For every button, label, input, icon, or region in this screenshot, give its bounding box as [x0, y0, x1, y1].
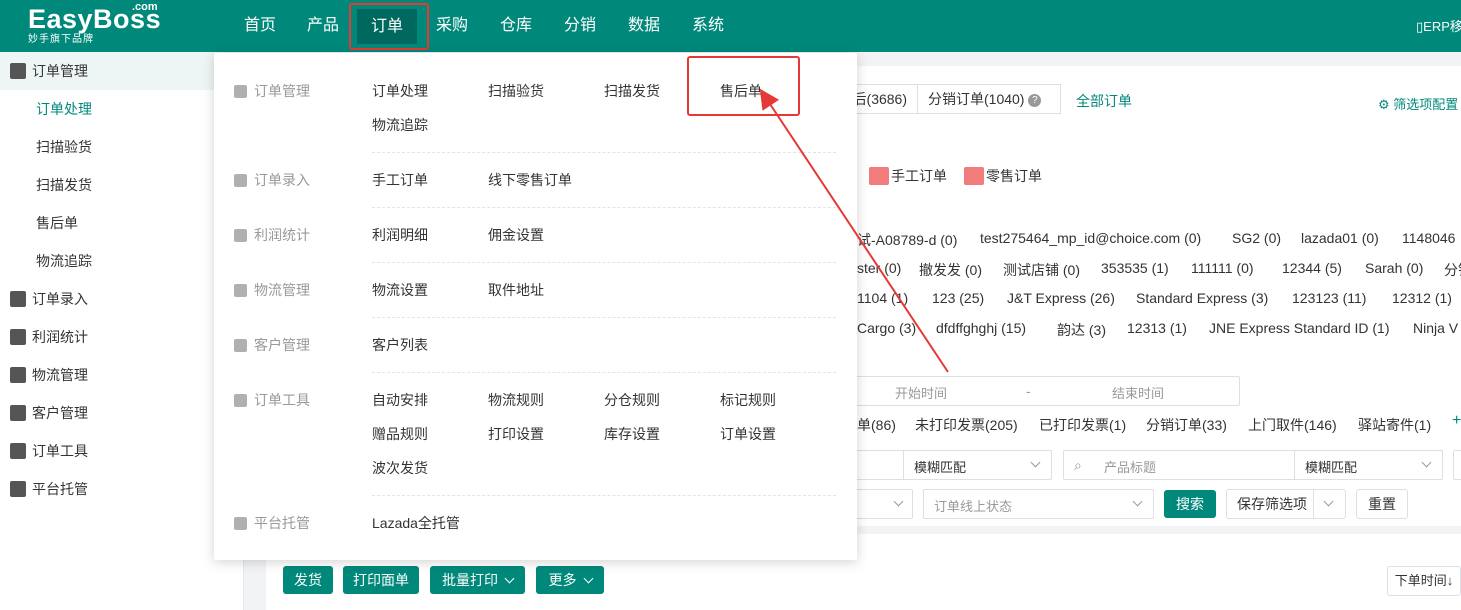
- annotation-arrow: [759, 88, 949, 373]
- arrow-line: [759, 88, 949, 373]
